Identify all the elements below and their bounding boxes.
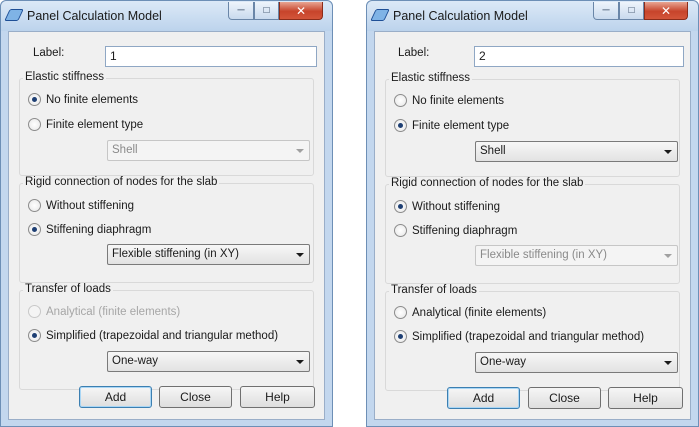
radio-indicator <box>28 199 41 212</box>
radio-no-finite-elements[interactable]: No finite elements <box>394 94 504 107</box>
radio-indicator <box>394 94 407 107</box>
label-input[interactable]: 1 <box>105 46 317 67</box>
radio-indicator <box>394 330 407 343</box>
load-method-select[interactable]: One-way <box>107 351 310 372</box>
title-bar[interactable]: Panel Calculation Model ─ □ ✕ <box>367 1 698 31</box>
radio-indicator <box>28 329 41 342</box>
radio-label: Stiffening diaphragm <box>412 224 518 237</box>
radio-without-stiffening[interactable]: Without stiffening <box>28 199 134 212</box>
diaphragm-type-select: Flexible stiffening (in XY) <box>475 245 678 266</box>
group-title: Rigid connection of nodes for the slab <box>23 176 220 188</box>
load-method-select[interactable]: One-way <box>475 352 678 373</box>
rigid-connection-group: Rigid connection of nodes for the slab W… <box>19 176 314 283</box>
window-title: Panel Calculation Model <box>27 9 162 23</box>
group-title: Transfer of loads <box>23 283 113 295</box>
radio-stiffening-diaphragm[interactable]: Stiffening diaphragm <box>394 224 517 237</box>
label-input[interactable]: 2 <box>474 46 684 67</box>
title-bar[interactable]: Panel Calculation Model ─ □ ✕ <box>1 1 332 31</box>
maximize-button[interactable]: □ <box>254 2 279 20</box>
radio-label: Analytical (finite elements) <box>412 306 547 319</box>
radio-label: Stiffening diaphragm <box>46 223 152 236</box>
desktop-background <box>333 0 366 427</box>
minimize-button[interactable]: ─ <box>593 2 619 20</box>
dialog-body: Label: 2 Elastic stiffness No finite ele… <box>374 31 691 420</box>
maximize-icon: □ <box>263 4 270 16</box>
radio-label: No finite elements <box>46 93 139 106</box>
radio-label: Without stiffening <box>46 199 135 212</box>
radio-stiffening-diaphragm[interactable]: Stiffening diaphragm <box>28 223 151 236</box>
select-value: Flexible stiffening (in XY) <box>480 249 607 261</box>
radio-label: Finite element type <box>46 118 144 131</box>
radio-indicator <box>394 224 407 237</box>
window-title: Panel Calculation Model <box>393 9 528 23</box>
close-window-button[interactable]: ✕ <box>644 2 688 20</box>
dialog-window-1: Panel Calculation Model ─ □ ✕ Label: 1 E… <box>0 0 333 427</box>
chevron-down-icon <box>664 254 672 258</box>
radio-label: Finite element type <box>412 119 510 132</box>
select-value: One-way <box>112 355 159 367</box>
help-button[interactable]: Help <box>240 386 315 408</box>
radio-indicator <box>394 306 407 319</box>
elastic-stiffness-group: Elastic stiffness No finite elements Fin… <box>19 71 314 176</box>
minimize-icon: ─ <box>237 4 245 16</box>
transfer-of-loads-group: Transfer of loads Analytical (finite ele… <box>385 284 680 391</box>
radio-simplified[interactable]: Simplified (trapezoidal and triangular m… <box>394 330 644 343</box>
close-window-button[interactable]: ✕ <box>279 2 323 20</box>
group-title: Rigid connection of nodes for the slab <box>389 177 586 189</box>
radio-label: No finite elements <box>412 94 505 107</box>
radio-simplified[interactable]: Simplified (trapezoidal and triangular m… <box>28 329 278 342</box>
chevron-down-icon <box>296 253 304 257</box>
label-caption: Label: <box>33 47 65 59</box>
group-title: Transfer of loads <box>389 284 479 296</box>
finite-element-type-select[interactable]: Shell <box>475 141 678 162</box>
elastic-stiffness-group: Elastic stiffness No finite elements Fin… <box>385 72 680 177</box>
radio-indicator <box>28 223 41 236</box>
radio-finite-element-type[interactable]: Finite element type <box>28 118 143 131</box>
diaphragm-type-select[interactable]: Flexible stiffening (in XY) <box>107 244 310 265</box>
rigid-connection-group: Rigid connection of nodes for the slab W… <box>385 177 680 284</box>
radio-label: Simplified (trapezoidal and triangular m… <box>46 329 279 342</box>
radio-indicator <box>28 93 41 106</box>
select-value: One-way <box>480 356 527 368</box>
minimize-icon: ─ <box>602 4 610 16</box>
close-button[interactable]: Close <box>528 387 601 409</box>
group-title: Elastic stiffness <box>389 72 473 84</box>
close-button[interactable]: Close <box>159 386 232 408</box>
dialog-body: Label: 1 Elastic stiffness No finite ele… <box>8 31 325 420</box>
chevron-down-icon <box>296 149 304 153</box>
radio-indicator <box>394 119 407 132</box>
label-caption: Label: <box>398 47 430 59</box>
radio-indicator <box>28 305 41 318</box>
radio-label: Analytical (finite elements) <box>46 305 181 318</box>
pencil-icon <box>4 9 24 21</box>
radio-label: Simplified (trapezoidal and triangular m… <box>412 330 645 343</box>
radio-no-finite-elements[interactable]: No finite elements <box>28 93 138 106</box>
radio-finite-element-type[interactable]: Finite element type <box>394 119 509 132</box>
radio-without-stiffening[interactable]: Without stiffening <box>394 200 500 213</box>
radio-analytical: Analytical (finite elements) <box>28 305 180 318</box>
help-button[interactable]: Help <box>608 387 683 409</box>
minimize-button[interactable]: ─ <box>228 2 254 20</box>
maximize-icon: □ <box>628 4 635 16</box>
transfer-of-loads-group: Transfer of loads Analytical (finite ele… <box>19 283 314 390</box>
radio-indicator <box>394 200 407 213</box>
radio-analytical[interactable]: Analytical (finite elements) <box>394 306 546 319</box>
add-button[interactable]: Add <box>79 386 152 408</box>
chevron-down-icon <box>664 361 672 365</box>
finite-element-type-select: Shell <box>107 140 310 161</box>
select-value: Shell <box>112 144 138 156</box>
select-value: Shell <box>480 145 506 157</box>
close-icon: ✕ <box>660 3 672 18</box>
select-value: Flexible stiffening (in XY) <box>112 248 239 260</box>
dialog-window-2: Panel Calculation Model ─ □ ✕ Label: 2 E… <box>366 0 699 427</box>
chevron-down-icon <box>664 150 672 154</box>
maximize-button[interactable]: □ <box>619 2 644 20</box>
pencil-icon <box>370 9 390 21</box>
add-button[interactable]: Add <box>447 387 520 409</box>
close-icon: ✕ <box>295 3 307 18</box>
radio-label: Without stiffening <box>412 200 501 213</box>
radio-indicator <box>28 118 41 131</box>
group-title: Elastic stiffness <box>23 71 107 83</box>
chevron-down-icon <box>296 360 304 364</box>
